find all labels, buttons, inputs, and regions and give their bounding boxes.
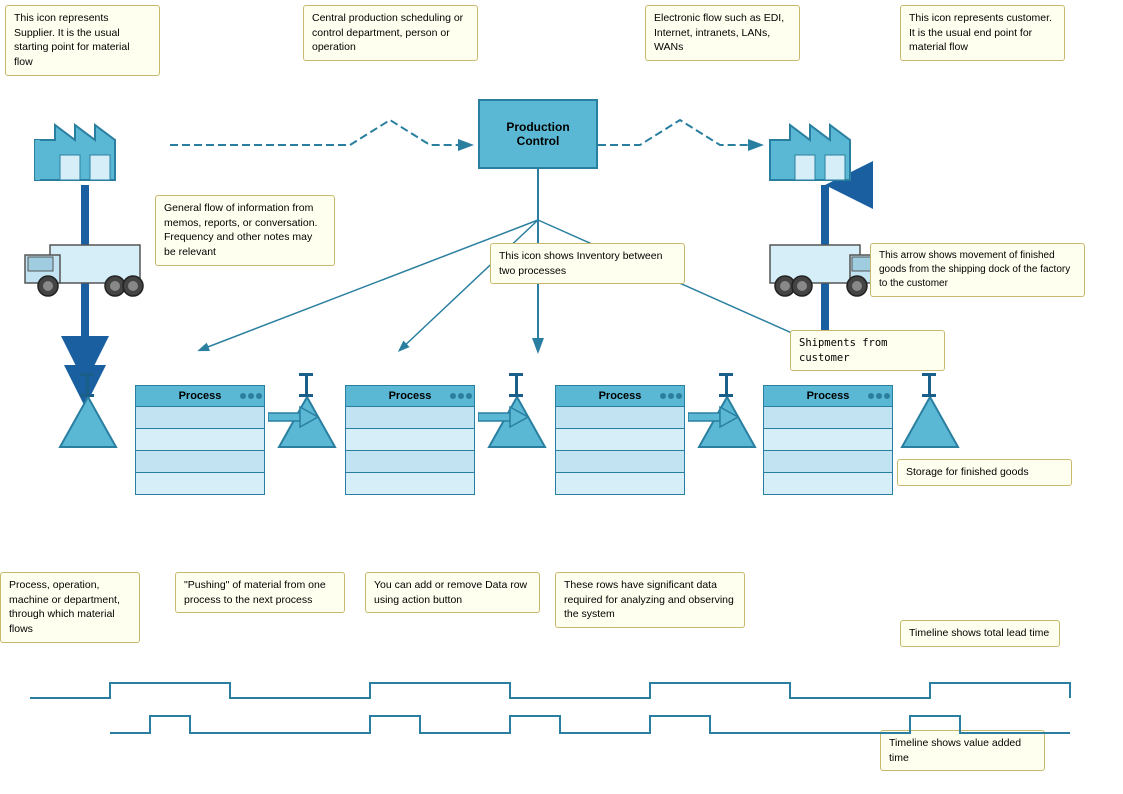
- push-arrow-2-3: [478, 403, 528, 431]
- process-box-2: Process: [345, 385, 475, 495]
- process-data-row: [136, 429, 264, 451]
- production-control-label: Production Control: [506, 120, 569, 148]
- truck-left-icon: [20, 240, 150, 300]
- shipments-callout: Shipments from customer: [790, 330, 945, 371]
- storage-triangle-left: [58, 395, 118, 453]
- movement-callout: This arrow shows movement of finished go…: [870, 243, 1085, 297]
- customer-callout: This icon represents customer. It is the…: [900, 5, 1065, 61]
- process-data-row: [764, 473, 892, 495]
- process-data-row: [764, 429, 892, 451]
- supplier-callout: This icon represents Supplier. It is the…: [5, 5, 160, 76]
- supplier-icon: [25, 100, 145, 190]
- process-label-2: Process: [389, 390, 432, 402]
- storage-triangle-right: [900, 395, 960, 453]
- process-box-3: Process: [555, 385, 685, 495]
- process-data-row: [136, 407, 264, 429]
- inventory-callout-text: This icon shows Inventory between two pr…: [499, 250, 662, 277]
- process-desc-text: Process, operation, machine or departmen…: [9, 579, 120, 635]
- process-data-rows-1: [135, 407, 265, 495]
- timeline-svg: [30, 678, 1080, 768]
- pushing-callout-text: "Pushing" of material from one process t…: [184, 579, 326, 606]
- push-arrow-1-2: [268, 403, 318, 431]
- customer-factory: [760, 100, 880, 193]
- info-flow-callout: General flow of information from memos, …: [155, 195, 335, 266]
- customer-icon: [760, 100, 880, 190]
- process-data-row: [136, 473, 264, 495]
- process-data-row: [764, 407, 892, 429]
- storage-callout-text: Storage for finished goods: [906, 466, 1029, 478]
- significant-data-callout: These rows have significant data require…: [555, 572, 745, 628]
- process-header-3: Process: [555, 385, 685, 407]
- process-data-row: [556, 451, 684, 473]
- process-data-row: [346, 473, 474, 495]
- process-header-1: Process: [135, 385, 265, 407]
- ibar-bot: [80, 394, 94, 397]
- ibar-bot: [509, 394, 523, 397]
- process-label-4: Process: [807, 390, 850, 402]
- ibar-mid: [86, 376, 89, 394]
- supplier-callout-text: This icon represents Supplier. It is the…: [14, 12, 130, 68]
- electronic-flow-text: Electronic flow such as EDI, Internet, i…: [654, 12, 784, 53]
- process-data-row: [346, 407, 474, 429]
- customer-callout-text: This icon represents customer. It is the…: [909, 12, 1052, 53]
- timeline-total-text: Timeline shows total lead time: [909, 627, 1049, 639]
- ibar-bot: [922, 394, 936, 397]
- pushing-callout: "Pushing" of material from one process t…: [175, 572, 345, 613]
- process-data-rows-3: [555, 407, 685, 495]
- production-control-box: Production Control: [478, 99, 598, 169]
- process-data-rows-4: [763, 407, 893, 495]
- process-data-row: [556, 407, 684, 429]
- movement-callout-text: This arrow shows movement of finished go…: [879, 250, 1070, 289]
- prod-control-callout-text: Central production scheduling or control…: [312, 12, 463, 53]
- significant-data-text: These rows have significant data require…: [564, 579, 734, 620]
- supplier-truck: [20, 240, 150, 303]
- storage-callout: Storage for finished goods: [897, 459, 1072, 486]
- ibar-mid: [928, 376, 931, 394]
- process-desc-callout: Process, operation, machine or departmen…: [0, 572, 140, 643]
- ibar-bot: [299, 394, 313, 397]
- process-header-4: Process: [763, 385, 893, 407]
- inventory-callout: This icon shows Inventory between two pr…: [490, 243, 685, 284]
- data-row-callout-text: You can add or remove Data row using act…: [374, 579, 527, 606]
- shipments-callout-text: Shipments from customer: [799, 337, 888, 364]
- ibar-mid: [515, 376, 518, 394]
- process-box-1: Process: [135, 385, 265, 495]
- process-data-row: [764, 451, 892, 473]
- process-data-row: [346, 429, 474, 451]
- process-header-2: Process: [345, 385, 475, 407]
- process-box-4: Process: [763, 385, 893, 495]
- data-row-callout: You can add or remove Data row using act…: [365, 572, 540, 613]
- process-data-row: [136, 451, 264, 473]
- prod-control-callout: Central production scheduling or control…: [303, 5, 478, 61]
- ibar-bot: [719, 394, 733, 397]
- ibar-mid: [725, 376, 728, 394]
- process-data-row: [346, 451, 474, 473]
- info-flow-text: General flow of information from memos, …: [164, 202, 317, 258]
- process-data-row: [556, 429, 684, 451]
- process-label-1: Process: [179, 390, 222, 402]
- electronic-flow-callout: Electronic flow such as EDI, Internet, i…: [645, 5, 800, 61]
- diagram: Production Control This icon represents …: [0, 0, 1123, 794]
- push-arrow-3-4: [688, 403, 738, 431]
- supplier-factory: [25, 100, 145, 193]
- process-label-3: Process: [599, 390, 642, 402]
- ibar-mid: [305, 376, 308, 394]
- process-data-row: [556, 473, 684, 495]
- process-data-rows-2: [345, 407, 475, 495]
- timeline-total-callout: Timeline shows total lead time: [900, 620, 1060, 647]
